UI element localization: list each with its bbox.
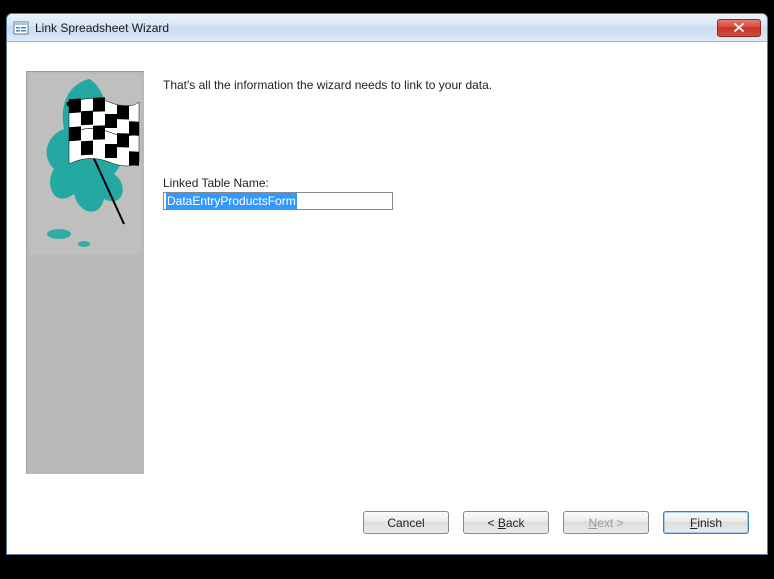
titlebar: Link Spreadsheet Wizard — [7, 14, 767, 42]
cancel-button-label: Cancel — [387, 516, 424, 530]
wizard-side-panel — [25, 70, 145, 475]
back-button[interactable]: < Back — [463, 511, 549, 534]
finish-flag-illustration — [29, 74, 141, 254]
cancel-button[interactable]: Cancel — [363, 511, 449, 534]
finish-button[interactable]: Finish — [663, 511, 749, 534]
linked-table-name-label: Linked Table Name: — [163, 176, 269, 190]
app-icon — [13, 20, 29, 36]
button-divider — [25, 495, 749, 496]
back-button-label: < Back — [487, 516, 524, 530]
next-button: Next > — [563, 511, 649, 534]
wizard-buttons: Cancel < Back Next > Finish — [363, 511, 749, 534]
linked-table-name-input[interactable]: DataEntryProductsForm — [163, 192, 393, 210]
close-icon — [734, 23, 744, 32]
wizard-info-text: That's all the information the wizard ne… — [163, 78, 492, 92]
finish-button-label: Finish — [690, 516, 722, 530]
wizard-window: Link Spreadsheet Wizard — [6, 13, 768, 555]
wizard-content: That's all the information the wizard ne… — [15, 48, 759, 546]
close-button[interactable] — [717, 19, 761, 37]
window-title: Link Spreadsheet Wizard — [35, 21, 717, 35]
input-value-selected: DataEntryProductsForm — [166, 193, 297, 209]
next-button-label: Next > — [588, 516, 623, 530]
